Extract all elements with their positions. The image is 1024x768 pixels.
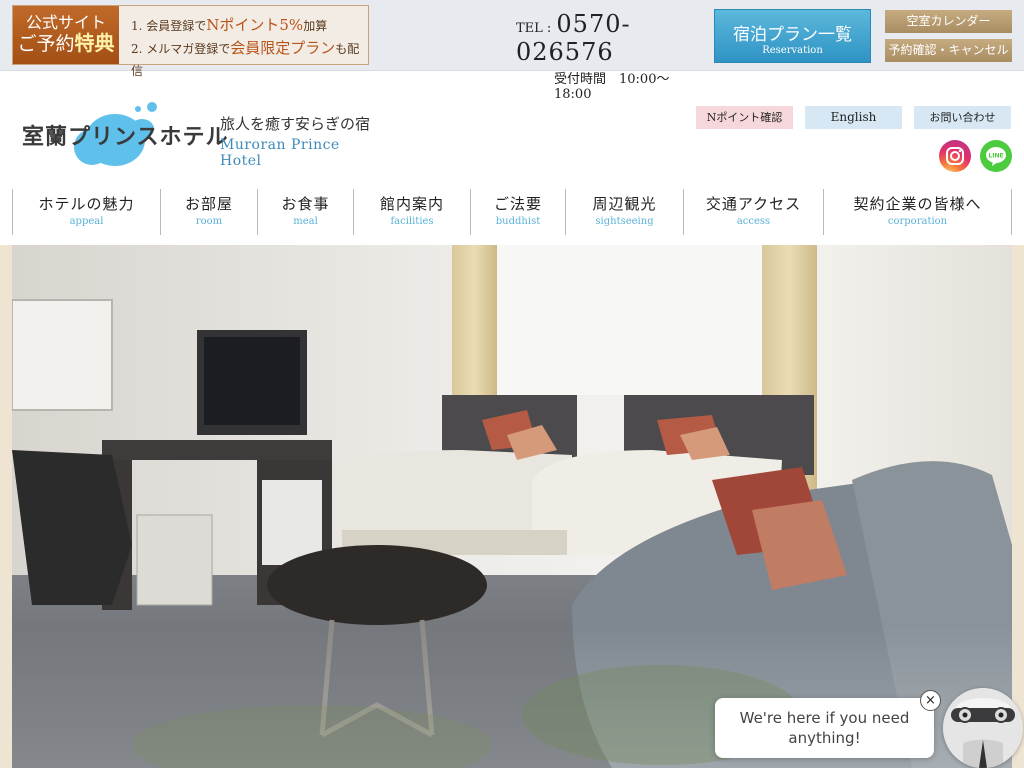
nav-item-appeal[interactable]: ホテルの魅力 appeal [12,189,160,235]
nav-sublabel: room [195,216,223,227]
benefit-item-2: 2. メルマガ登録で会員限定プランも配信 [131,37,368,82]
hotel-room-photo-icon [12,245,1012,768]
nav-label: お食事 [281,195,330,213]
tel-label: TEL : [516,21,552,36]
nav-sublabel: buddhist [495,216,541,227]
line-icon[interactable]: LINE [980,140,1012,172]
nav-label: ホテルの魅力 [38,195,135,213]
npoint-check-link[interactable]: Nポイント確認 [696,106,793,129]
robot-face-icon [943,688,1023,768]
stay-plans-button[interactable]: 宿泊プラン一覧 Reservation [714,9,871,63]
contact-link[interactable]: お問い合わせ [914,106,1011,129]
benefit-1-highlight: Nポイント5% [206,16,304,34]
badge-line2: ご予約特典 [17,32,114,56]
hotel-tagline: 旅人を癒す安らぎの宿 [220,115,371,133]
benefits-list: 1. 会員登録でNポイント5%加算 2. メルマガ登録で会員限定プランも配信 [119,6,368,78]
nav-label: 契約企業の皆様へ [853,195,982,213]
nav-sublabel: facilities [390,216,434,227]
badge-line1: 公式サイト [25,12,106,32]
nav-label: 館内案内 [379,195,444,213]
nav-item-corporation[interactable]: 契約企業の皆様へ corporation [823,189,1012,235]
hotel-logo[interactable]: 室蘭プリンスホテル 旅人を癒す安らぎの宿 Muroran Prince Hote… [20,95,380,175]
hero-room-image [12,245,1012,768]
benefit-2-text-a: 2. メルマガ登録で [131,42,231,56]
nav-item-meal[interactable]: お食事 meal [257,189,353,235]
nav-label: ご法要 [493,195,542,213]
nav-sublabel: corporation [887,216,948,227]
line-glyph-icon: LINE [986,147,1006,166]
nav-label: お部屋 [184,195,233,213]
nav-item-facilities[interactable]: 館内案内 facilities [353,189,470,235]
nav-label: 周辺観光 [592,195,657,213]
nav-sublabel: meal [293,216,318,227]
stay-plans-label: 宿泊プラン一覧 [733,25,852,45]
instagram-icon[interactable] [939,140,971,172]
official-site-benefits-banner[interactable]: 公式サイト ご予約特典 1. 会員登録でNポイント5%加算 2. メルマガ登録で… [12,5,369,78]
tel-number[interactable]: 0570-026576 [516,10,631,66]
nav-item-room[interactable]: お部屋 room [160,189,257,235]
nav-item-buddhist[interactable]: ご法要 buddhist [470,189,565,235]
nav-sublabel: appeal [69,216,104,227]
instagram-glyph-icon [946,147,964,165]
benefit-1-text-b: 加算 [303,19,328,33]
main-navigation: ホテルの魅力 appeal お部屋 room お食事 meal 館内案内 fac… [12,189,1012,235]
nav-sublabel: access [736,216,771,227]
business-hours: 受付時間 10:00〜18:00 [554,72,670,102]
nav-item-access[interactable]: 交通アクセス access [683,189,823,235]
chat-close-icon[interactable]: × [920,690,941,711]
chat-robot-avatar-icon[interactable] [943,688,1023,768]
reservation-confirm-cancel-button[interactable]: 予約確認・キャンセル [885,39,1012,62]
vacancy-calendar-button[interactable]: 空室カレンダー [885,10,1012,33]
badge-line2-b: 特典 [74,31,115,56]
benefit-item-1: 1. 会員登録でNポイント5%加算 [131,14,368,37]
benefit-1-text-a: 1. 会員登録で [131,19,207,33]
top-bar: 公式サイト ご予約特典 1. 会員登録でNポイント5%加算 2. メルマガ登録で… [0,0,1024,102]
nav-sublabel: sightseeing [595,216,654,227]
benefits-badge: 公式サイト ご予約特典 [13,6,119,64]
benefit-2-highlight: 会員限定プラン [230,39,336,57]
stay-plans-sublabel: Reservation [762,45,823,56]
phone-contact: TEL : 0570-026576 受付時間 10:00〜18:00 [516,10,706,102]
chat-prompt-bubble[interactable]: We're here if you need anything! [715,698,934,758]
svg-text:LINE: LINE [988,153,1003,160]
hotel-name-en: Muroran Prince Hotel [220,137,340,169]
nav-item-sightseeing[interactable]: 周辺観光 sightseeing [565,189,683,235]
badge-line2-a: ご予約 [17,33,75,56]
english-link[interactable]: English [805,106,902,129]
nav-label: 交通アクセス [705,195,802,213]
hotel-name: 室蘭プリンスホテル [22,125,229,150]
